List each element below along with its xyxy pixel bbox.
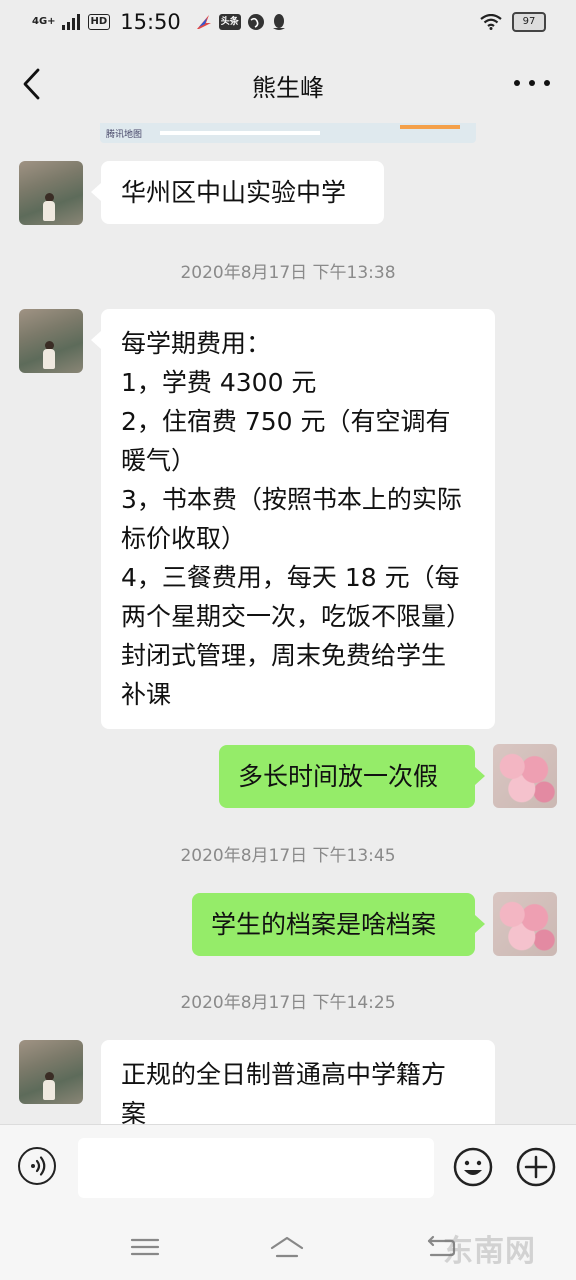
message-bubble[interactable]: 正规的全日制普通高中学籍方 案 xyxy=(101,1040,495,1124)
battery-indicator: 97 xyxy=(512,12,546,32)
more-actions-button[interactable] xyxy=(516,1147,556,1187)
message-text: 封闭式管理，周末免费给学生 xyxy=(121,641,447,670)
message-text: 暖气） xyxy=(121,446,197,475)
message-text: 案 xyxy=(121,1099,147,1124)
hd-badge: HD xyxy=(87,14,111,30)
map-road xyxy=(160,131,320,135)
voice-input-button[interactable] xyxy=(18,1147,56,1185)
message-text: 4，三餐费用，每天 18 元（每 xyxy=(121,563,460,592)
map-preview[interactable]: 腾讯地图 xyxy=(100,123,476,143)
my-avatar[interactable] xyxy=(493,744,557,808)
avatar-person-body xyxy=(43,1080,55,1100)
network-indicator: 4G+ xyxy=(32,16,56,27)
wifi-icon xyxy=(480,14,502,30)
status-time: 15:50 xyxy=(120,10,181,34)
map-provider-label: 腾讯地图 xyxy=(106,130,143,140)
message-text: 学生的档案是啥档案 xyxy=(211,910,437,939)
contact-avatar[interactable] xyxy=(19,309,83,373)
message-input[interactable] xyxy=(78,1138,434,1198)
contact-avatar[interactable] xyxy=(19,161,83,225)
plus-icon xyxy=(516,1147,556,1187)
smiley-icon xyxy=(453,1147,493,1187)
message-text: 3，书本费（按照书本上的实际 xyxy=(121,485,462,514)
chat-input-bar xyxy=(0,1124,576,1217)
chat-title: 熊生峰 xyxy=(252,74,324,102)
my-avatar[interactable] xyxy=(493,892,557,956)
message-timestamp: 2020年8月17日 下午13:38 xyxy=(180,263,396,283)
message-bubble[interactable]: 多长时间放一次假 xyxy=(219,745,485,808)
toutiao-icon: 头条 xyxy=(218,14,241,30)
message-bubble[interactable]: 学生的档案是啥档案 xyxy=(192,893,485,956)
message-text: 多长时间放一次假 xyxy=(238,762,439,791)
message-text: 两个星期交一次，吃饭不限量） xyxy=(121,602,472,631)
message-text: 1，学费 4300 元 xyxy=(121,368,317,397)
message-text: 正规的全日制普通高中学籍方 xyxy=(121,1060,447,1089)
app-notification-icon xyxy=(196,15,211,29)
system-navigation-bar: 东南网 xyxy=(0,1216,576,1280)
message-timestamp: 2020年8月17日 下午14:25 xyxy=(180,993,396,1013)
contact-avatar[interactable] xyxy=(19,1040,83,1104)
message-text: 2，住宿费 750 元（有空调有 xyxy=(121,407,451,436)
message-text: 补课 xyxy=(121,680,172,709)
message-text: 每学期费用： xyxy=(121,329,272,358)
more-dot-icon xyxy=(544,80,550,86)
status-bar: 4G+ HD 15:50 头条 97 xyxy=(0,0,576,46)
voice-icon xyxy=(31,1156,46,1176)
chat-header: 熊生峰 xyxy=(0,46,576,122)
more-dot-icon xyxy=(514,80,520,86)
message-bubble[interactable]: 每学期费用： 1，学费 4300 元 2，住宿费 750 元（有空调有 暖气） … xyxy=(91,309,495,729)
message-bubble[interactable]: 华州区中山实验中学 xyxy=(91,161,384,224)
menu-icon xyxy=(130,1238,160,1256)
avatar-person-body xyxy=(43,349,55,369)
emoji-button[interactable] xyxy=(453,1147,493,1187)
home-icon xyxy=(270,1236,304,1258)
message-text: 标价收取） xyxy=(121,524,247,553)
signal-icon xyxy=(61,14,80,30)
watermark: 东南网 xyxy=(443,1234,536,1269)
message-timestamp: 2020年8月17日 下午13:45 xyxy=(180,846,396,866)
more-options-button[interactable] xyxy=(514,80,550,90)
more-dot-icon xyxy=(529,80,535,86)
globe-icon xyxy=(247,14,264,30)
map-road xyxy=(400,125,460,129)
message-text: 华州区中山实验中学 xyxy=(121,178,347,207)
menu-button[interactable] xyxy=(127,1232,163,1262)
avatar-person-body xyxy=(43,201,55,221)
home-button[interactable] xyxy=(269,1232,305,1262)
qq-icon xyxy=(272,14,285,30)
